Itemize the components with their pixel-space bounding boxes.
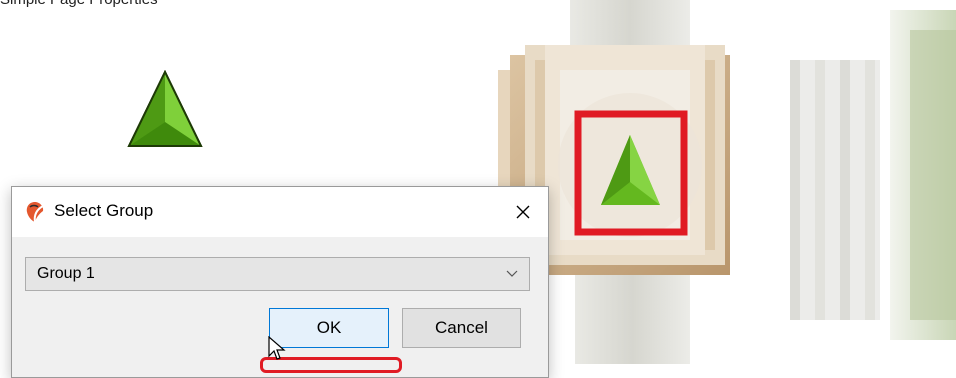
dialog-titlebar: Select Group bbox=[12, 187, 548, 237]
mouse-pointer-icon bbox=[268, 335, 288, 362]
group-select[interactable]: Group 1 bbox=[25, 257, 530, 291]
3d-viewport[interactable] bbox=[490, 0, 956, 364]
app-logo-icon bbox=[25, 201, 45, 223]
chevron-down-icon bbox=[505, 266, 519, 280]
page-caption: Simple Page Properties bbox=[0, 0, 158, 8]
close-icon[interactable] bbox=[508, 197, 538, 227]
cancel-button[interactable]: Cancel bbox=[402, 308, 521, 348]
group-select-value: Group 1 bbox=[37, 265, 95, 282]
dialog-title: Select Group bbox=[54, 201, 154, 220]
green-pyramid-icon bbox=[126, 69, 204, 148]
